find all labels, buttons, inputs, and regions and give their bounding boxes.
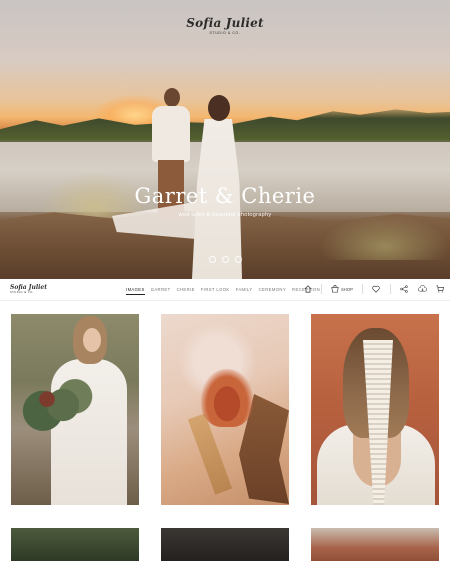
gallery-photo[interactable] <box>161 314 289 505</box>
gallery-subtitle: wed tales & beautiful photography <box>178 212 272 218</box>
tab-cherie[interactable]: CHERIE <box>177 287 195 295</box>
gallery-photo[interactable] <box>311 314 439 505</box>
logo-name: Sofia Juliet <box>186 16 264 30</box>
tab-first-look[interactable]: FIRST LOOK <box>201 287 230 295</box>
hero-banner: Sofia Juliet STUDIO & CO. Garret & Cheri… <box>0 0 450 279</box>
nav-logo-tagline: STUDIO & CO. <box>10 291 34 294</box>
social-icon[interactable] <box>208 256 216 263</box>
cart-icon[interactable] <box>436 285 445 294</box>
gallery-photo[interactable] <box>161 528 289 561</box>
shop-label: SHOP <box>341 286 353 292</box>
logo-tagline: STUDIO & CO. <box>209 31 241 35</box>
nav-logo[interactable]: Sofia Juliet STUDIO & CO. <box>10 284 47 294</box>
site-logo[interactable]: Sofia Juliet STUDIO & CO. <box>0 16 450 35</box>
grass <box>320 215 450 260</box>
home-icon[interactable] <box>303 285 312 294</box>
gallery-title: Garret & Cherie <box>134 184 316 208</box>
heart-icon[interactable] <box>372 285 381 294</box>
tab-family[interactable]: FAMILY <box>236 287 253 295</box>
nav-logo-name: Sofia Juliet <box>10 284 48 291</box>
gallery-photo[interactable] <box>311 528 439 561</box>
shop-icon <box>331 285 339 293</box>
social-icon[interactable] <box>221 256 229 263</box>
tab-images[interactable]: IMAGES <box>126 287 145 295</box>
gallery-photo[interactable] <box>11 528 139 561</box>
tab-garret[interactable]: GARRET <box>151 287 171 295</box>
share-icon[interactable] <box>400 285 409 294</box>
tab-ceremony[interactable]: CEREMONY <box>259 287 286 295</box>
divider <box>389 284 391 294</box>
hero-text: Garret & Cherie wed tales & beautiful ph… <box>0 184 450 218</box>
nav-actions: SHOP <box>303 284 450 294</box>
shop-button[interactable]: SHOP <box>331 285 353 293</box>
gallery-photo[interactable] <box>11 314 139 505</box>
set-tabs: IMAGES GARRET CHERIE FIRST LOOK FAMILY C… <box>126 287 320 295</box>
gallery-nav: Sofia Juliet STUDIO & CO. IMAGES GARRET … <box>0 279 450 301</box>
hero-social-icons <box>0 256 450 263</box>
divider <box>321 284 322 294</box>
social-icon[interactable] <box>234 256 242 263</box>
download-icon[interactable] <box>417 285 427 294</box>
divider <box>361 284 363 294</box>
